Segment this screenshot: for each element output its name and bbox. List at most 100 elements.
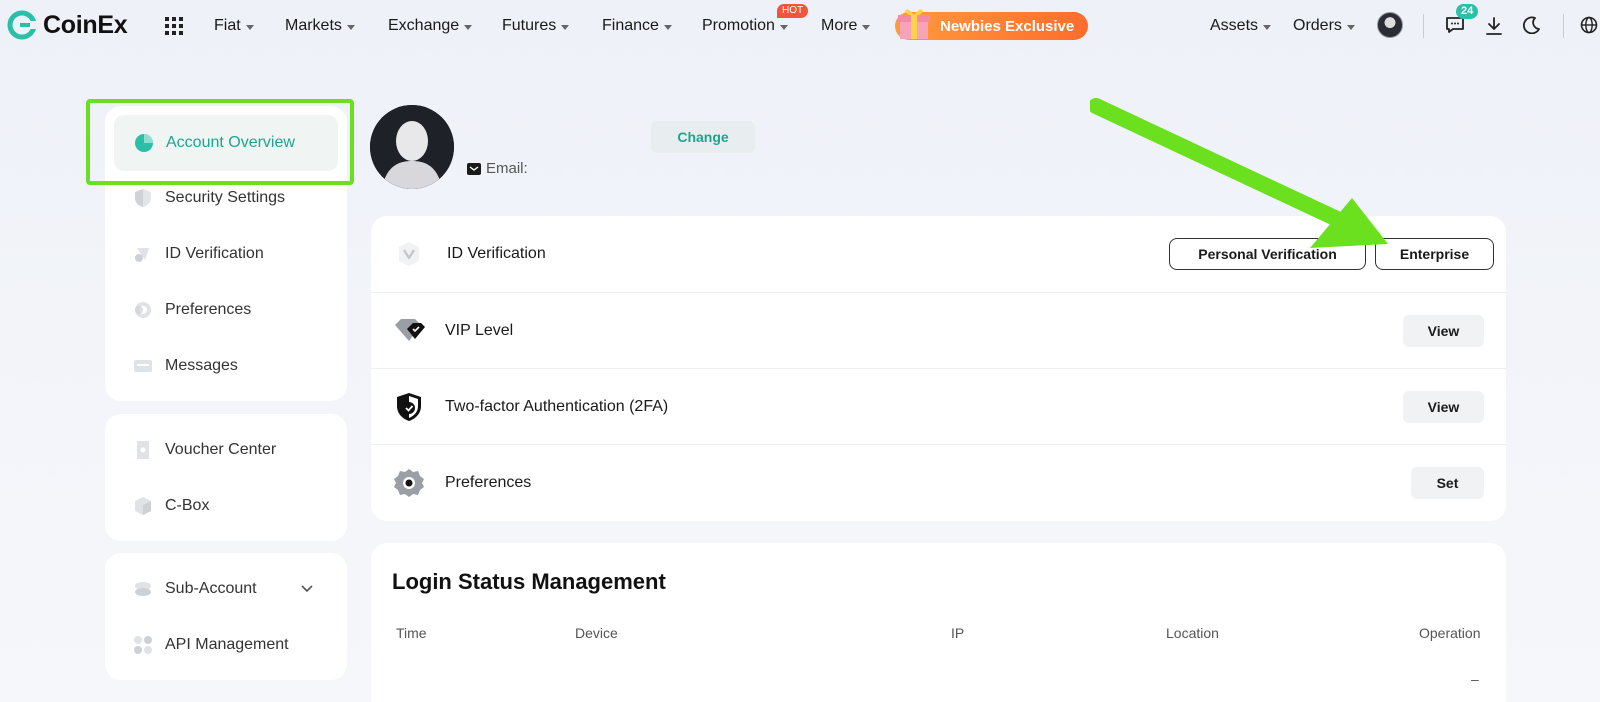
- row-label: VIP Level: [445, 321, 514, 339]
- sidebar-item-sub-account[interactable]: Sub-Account: [133, 579, 257, 599]
- nav-orders[interactable]: Orders: [1293, 17, 1355, 35]
- nav-exchange[interactable]: Exchange: [388, 17, 473, 35]
- login-status-title: Login Status Management: [392, 569, 666, 594]
- chevron-down-icon: [561, 24, 570, 30]
- sidebar-item-label: Messages: [165, 357, 238, 374]
- sidebar-item-voucher-center[interactable]: Voucher Center: [133, 440, 276, 460]
- empty-placeholder: –: [1471, 671, 1479, 687]
- sidebar-item-label: Voucher Center: [165, 441, 277, 458]
- nav-markets-label: Markets: [285, 17, 342, 34]
- chevron-down-icon: [1346, 24, 1355, 30]
- chevron-down-icon[interactable]: [301, 585, 313, 593]
- nav-finance-label: Finance: [602, 17, 659, 34]
- nav-assets[interactable]: Assets: [1210, 17, 1272, 35]
- nav-divider: [1423, 14, 1424, 38]
- gear-icon: [135, 302, 151, 318]
- sidebar-item-messages[interactable]: Messages: [133, 356, 238, 376]
- nav-promotion[interactable]: Promotion: [702, 17, 788, 35]
- row-label: Preferences: [445, 473, 532, 491]
- brand-name: CoinEx: [43, 10, 128, 39]
- download-icon[interactable]: [1485, 16, 1503, 36]
- row-label: Two-factor Authentication (2FA): [445, 397, 669, 415]
- nav-fiat[interactable]: Fiat: [214, 17, 254, 35]
- nav-more[interactable]: More: [821, 17, 871, 35]
- sidebar-item-api-management[interactable]: API Management: [133, 635, 289, 655]
- globe-icon[interactable]: [1580, 16, 1598, 34]
- change-avatar-button[interactable]: Change: [651, 121, 755, 153]
- vip-view-button[interactable]: View: [1403, 314, 1484, 347]
- apps-grid-icon[interactable]: [165, 17, 183, 35]
- email-icon: [467, 162, 481, 175]
- sidebar-item-label: C-Box: [165, 497, 210, 514]
- account-settings-card: ID Verification Personal Verification En…: [371, 216, 1506, 521]
- column-header-device: Device: [575, 625, 618, 641]
- sidebar-item-c-box[interactable]: C-Box: [133, 496, 209, 516]
- sidebar-item-label: ID Verification: [165, 245, 264, 262]
- login-status-card: Login Status Management Time Device IP L…: [371, 543, 1506, 702]
- nav-more-label: More: [821, 17, 858, 34]
- message-icon: [134, 360, 152, 372]
- profile-avatar[interactable]: [370, 105, 454, 189]
- id-verification-icon: [399, 242, 419, 266]
- chevron-down-icon: [663, 24, 672, 30]
- vip-diamond-icon: [395, 318, 425, 341]
- top-navigation: CoinEx Fiat Markets Exchange Futures Fin…: [0, 0, 1600, 52]
- column-header-location: Location: [1166, 625, 1219, 641]
- nav-futures[interactable]: Futures: [502, 17, 570, 35]
- newbies-label: Newbies Exclusive: [940, 17, 1075, 35]
- hot-badge: HOT: [777, 4, 809, 18]
- nav-futures-label: Futures: [502, 17, 557, 34]
- nav-orders-label: Orders: [1293, 17, 1342, 34]
- chevron-down-icon: [346, 24, 355, 30]
- nav-markets[interactable]: Markets: [285, 17, 355, 35]
- nav-finance[interactable]: Finance: [602, 17, 672, 35]
- column-header-time: Time: [396, 625, 427, 641]
- column-header-operation: Operation: [1419, 625, 1481, 641]
- row-2fa: Two-factor Authentication (2FA) View: [371, 368, 1506, 444]
- api-icon: [134, 636, 152, 654]
- id-badge-icon: [135, 248, 149, 262]
- chevron-down-icon: [779, 24, 788, 30]
- sidebar-group-rewards: Voucher Center C-Box: [105, 414, 347, 541]
- row-label: ID Verification: [447, 245, 546, 262]
- nav-exchange-label: Exchange: [388, 17, 460, 34]
- gift-icon: [898, 9, 930, 39]
- box-icon: [135, 497, 151, 515]
- shield-check-icon: [397, 392, 421, 421]
- sidebar-item-label: Sub-Account: [165, 580, 257, 597]
- arrow-annotation-icon: [1090, 98, 1388, 248]
- sidebar-item-label: Security Settings: [165, 189, 286, 206]
- gear-icon: [394, 468, 424, 497]
- chevron-down-icon: [862, 24, 871, 30]
- highlight-annotation-box: [86, 99, 354, 185]
- 2fa-view-button[interactable]: View: [1403, 390, 1484, 423]
- sidebar-item-label: API Management: [165, 636, 289, 653]
- chevron-down-icon: [1263, 24, 1272, 30]
- nav-fiat-label: Fiat: [214, 17, 241, 34]
- nav-assets-label: Assets: [1210, 17, 1259, 34]
- email-row: Email:: [467, 160, 528, 177]
- user-avatar[interactable]: [1377, 12, 1403, 38]
- shield-icon: [135, 189, 151, 207]
- nav-divider: [1563, 14, 1564, 38]
- sidebar-item-preferences[interactable]: Preferences: [133, 300, 251, 320]
- coinex-logo[interactable]: CoinEx: [7, 10, 128, 40]
- avatar-silhouette-icon: [370, 105, 454, 189]
- moon-icon[interactable]: [1523, 16, 1541, 34]
- layers-icon: [135, 582, 151, 596]
- sidebar-group-developer: Sub-Account API Management: [105, 553, 347, 680]
- email-label: Email:: [486, 160, 528, 177]
- sidebar-item-id-verification[interactable]: ID Verification: [133, 244, 264, 264]
- row-vip-level: VIP Level View: [371, 292, 1506, 368]
- sidebar-item-label: Preferences: [165, 301, 252, 318]
- preferences-set-button[interactable]: Set: [1411, 466, 1484, 499]
- nav-promotion-label: Promotion: [702, 17, 775, 34]
- row-preferences: Preferences Set: [371, 444, 1506, 520]
- message-count-badge: 24: [1456, 4, 1479, 19]
- column-header-ip: IP: [951, 625, 965, 641]
- chevron-down-icon: [464, 24, 473, 30]
- chevron-down-icon: [245, 24, 254, 30]
- voucher-icon: [137, 441, 149, 459]
- sidebar-item-security-settings[interactable]: Security Settings: [133, 188, 285, 208]
- coinex-logo-icon: [7, 10, 37, 40]
